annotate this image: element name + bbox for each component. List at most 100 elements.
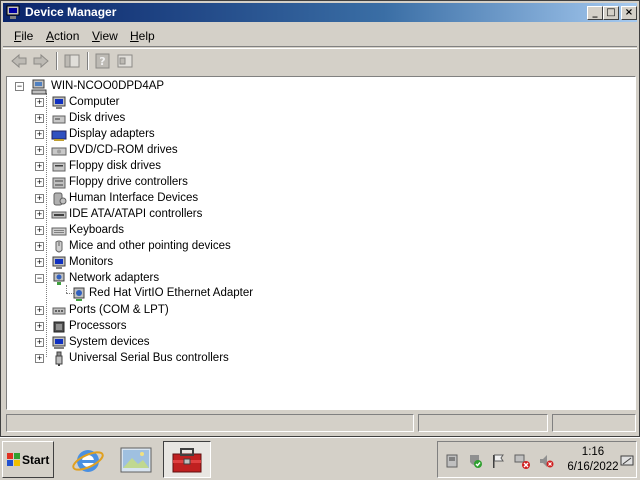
tree-category[interactable]: + Monitors [33, 255, 293, 271]
hid-icon [53, 192, 67, 206]
expand-toggle[interactable]: + [35, 338, 44, 347]
toolbar-separator [56, 52, 58, 70]
security-shield-icon[interactable] [467, 453, 483, 469]
status-panel [552, 414, 636, 432]
tree-category[interactable]: + Floppy disk drives [33, 159, 293, 175]
show-hide-tree-icon[interactable] [62, 52, 82, 70]
svg-text:?: ? [99, 55, 105, 68]
device-tree[interactable]: − WIN-NCOO0DPD4AP + Computer + Disk drives +… [6, 76, 636, 410]
status-bar [6, 414, 636, 432]
internet-explorer-icon[interactable] [70, 442, 106, 478]
tree-category[interactable]: + System devices [33, 335, 293, 351]
floppy-controller-icon [52, 177, 66, 189]
toolbar: ? [3, 48, 637, 74]
keyboard-icon [51, 227, 67, 236]
start-label: Start [22, 453, 50, 467]
network-adapter-child[interactable]: Red Hat VirtIO Ethernet Adapter [53, 286, 313, 302]
tree-category[interactable]: − Network adapters [33, 271, 293, 287]
expand-toggle[interactable]: + [35, 210, 44, 219]
minimize-button[interactable]: _ [587, 6, 603, 20]
system-device-icon [52, 336, 66, 349]
tree-category-label: Disk drives [69, 112, 126, 124]
tree-category[interactable]: + Keyboards [33, 223, 293, 239]
tree-root[interactable]: − WIN-NCOO0DPD4AP [13, 79, 213, 95]
expand-toggle[interactable]: + [35, 322, 44, 331]
tree-category[interactable]: + Disk drives [33, 111, 293, 127]
system-tray: 1:16 6/16/2022 [437, 441, 637, 478]
tree-category[interactable]: + Universal Serial Bus controllers [33, 351, 293, 367]
expand-toggle[interactable]: + [35, 306, 44, 315]
windows-flag-icon [7, 453, 20, 466]
expand-toggle[interactable]: + [35, 194, 44, 203]
root-label: WIN-NCOO0DPD4AP [51, 80, 165, 92]
desktop-icon[interactable] [118, 442, 154, 478]
title-bar[interactable]: Device Manager _ □ × [3, 3, 637, 22]
toolbar-separator [87, 52, 89, 70]
clock-date[interactable]: 6/16/2022 [564, 461, 622, 473]
expand-toggle[interactable]: + [35, 146, 44, 155]
expand-toggle[interactable]: + [35, 242, 44, 251]
disk-drive-icon [52, 115, 66, 124]
tree-category[interactable]: + Floppy drive controllers [33, 175, 293, 191]
menu-view[interactable]: View [92, 29, 118, 43]
port-icon [52, 307, 66, 315]
clock-time[interactable]: 1:16 [579, 446, 607, 458]
device-manager-toolbox-icon [172, 448, 202, 473]
expand-toggle[interactable]: + [35, 162, 44, 171]
volume-muted-icon[interactable] [538, 453, 554, 469]
tree-category[interactable]: + Display adapters [33, 127, 293, 143]
forward-arrow-icon[interactable] [31, 52, 51, 70]
expand-toggle[interactable]: + [35, 258, 44, 267]
network-adapter-icon [53, 272, 65, 285]
usb-icon [55, 351, 63, 366]
menu-file[interactable]: File [14, 29, 33, 43]
expand-toggle[interactable]: + [35, 98, 44, 107]
collapse-toggle[interactable]: − [35, 274, 44, 283]
tree-category[interactable]: + Processors [33, 319, 293, 335]
tree-category[interactable]: + IDE ATA/ATAPI controllers [33, 207, 293, 223]
action-center-flag-icon[interactable] [490, 453, 506, 469]
tree-category-label: Monitors [69, 256, 114, 268]
tree-category[interactable]: + Computer [33, 95, 293, 111]
tree-category[interactable]: + Ports (COM & LPT) [33, 303, 293, 319]
network-card-icon [73, 287, 85, 301]
tree-category[interactable]: + Mice and other pointing devices [33, 239, 293, 255]
maximize-button[interactable]: □ [603, 6, 619, 20]
tree-category-label: Floppy disk drives [69, 160, 162, 172]
back-arrow-icon[interactable] [9, 52, 29, 70]
close-button[interactable]: × [621, 6, 637, 20]
tree-category-label: DVD/CD-ROM drives [69, 144, 178, 156]
expand-toggle[interactable]: + [35, 130, 44, 139]
tree-category[interactable]: + DVD/CD-ROM drives [33, 143, 293, 159]
device-manager-task-button[interactable] [163, 441, 211, 478]
expand-toggle[interactable]: + [35, 226, 44, 235]
menu-action[interactable]: Action [46, 29, 79, 43]
taskbar: Start 1:16 6/16/2022 [0, 437, 640, 480]
tree-category-label: Processors [69, 320, 127, 332]
safely-remove-hardware-icon[interactable] [444, 453, 460, 469]
expand-toggle[interactable]: + [35, 354, 44, 363]
tree-category-label: IDE ATA/ATAPI controllers [69, 208, 203, 220]
monitor-icon [52, 256, 66, 269]
tree-category-label: Computer [69, 96, 120, 108]
tree-category-label: Display adapters [69, 128, 155, 140]
device-manager-app-icon [6, 5, 20, 19]
tree-category-label: Human Interface Devices [69, 192, 199, 204]
collapse-toggle[interactable]: − [15, 82, 24, 91]
help-icon[interactable]: ? [93, 52, 113, 70]
window-title: Device Manager [25, 5, 117, 19]
mouse-icon [55, 240, 63, 253]
expand-toggle[interactable]: + [35, 114, 44, 123]
network-disconnected-icon[interactable] [514, 453, 530, 469]
computer-icon [31, 79, 47, 95]
monitor-icon [52, 96, 66, 109]
start-button[interactable]: Start [2, 441, 54, 478]
tree-category-label: Universal Serial Bus controllers [69, 352, 229, 364]
show-desktop-icon[interactable] [620, 454, 634, 468]
tree-category[interactable]: + Human Interface Devices [33, 191, 293, 207]
expand-toggle[interactable]: + [35, 178, 44, 187]
properties-icon[interactable] [115, 52, 135, 70]
tree-category-label: Ports (COM & LPT) [69, 304, 169, 316]
status-panel [418, 414, 548, 432]
menu-help[interactable]: Help [130, 29, 155, 43]
